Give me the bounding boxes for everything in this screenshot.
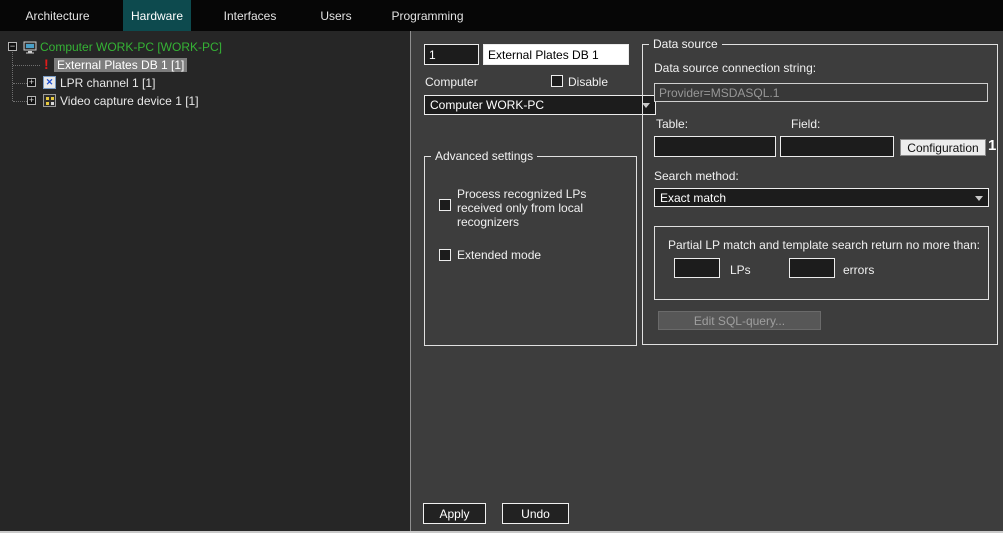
expand-icon[interactable]: + — [27, 78, 36, 87]
tree-item-label: Computer WORK-PC [WORK-PC] — [40, 40, 222, 54]
tree-item-label: LPR channel 1 [1] — [60, 76, 155, 90]
object-name-field[interactable] — [483, 44, 629, 65]
lps-limit-field[interactable] — [674, 258, 720, 278]
callout-1: 1 — [988, 137, 996, 154]
data-source-group: Data source Data source connection strin… — [642, 44, 998, 345]
computer-icon — [23, 41, 37, 57]
data-source-title: Data source — [649, 37, 722, 51]
search-method-value: Exact match — [660, 191, 726, 205]
computer-label: Computer — [425, 75, 478, 89]
tab-hardware[interactable]: Hardware — [123, 0, 191, 31]
edit-sql-query-button[interactable]: Edit SQL-query... — [658, 311, 821, 330]
app-window: Architecture Hardware Interfaces Users P… — [0, 0, 1003, 533]
table-label: Table: — [656, 117, 688, 131]
field-label: Field: — [791, 117, 820, 131]
extended-mode-label: Extended mode — [457, 248, 541, 262]
process-recognized-lps-checkbox[interactable] — [439, 199, 451, 211]
extended-mode-checkbox[interactable] — [439, 249, 451, 261]
tree-item-video-capture-device[interactable]: + Video capture device 1 [1] — [0, 93, 410, 110]
process-recognized-lps-label: Process recognized LPs received only fro… — [457, 187, 601, 229]
undo-button[interactable]: Undo — [502, 503, 569, 524]
tab-interfaces[interactable]: Interfaces — [210, 0, 290, 31]
partial-match-group: Partial LP match and template search ret… — [654, 226, 989, 300]
computer-dropdown[interactable]: Computer WORK-PC — [424, 95, 656, 115]
partial-match-label: Partial LP match and template search ret… — [668, 238, 980, 252]
top-tab-bar: Architecture Hardware Interfaces Users P… — [0, 0, 1003, 31]
computer-dropdown-value: Computer WORK-PC — [430, 98, 544, 112]
apply-button[interactable]: Apply — [423, 503, 486, 524]
tab-users[interactable]: Users — [312, 0, 360, 31]
search-method-dropdown[interactable]: Exact match — [654, 188, 989, 207]
table-field[interactable] — [654, 136, 776, 157]
tree-item-external-plates-db[interactable]: ! External Plates DB 1 [1] — [0, 57, 410, 74]
chevron-down-icon — [975, 196, 983, 201]
field-field[interactable] — [780, 136, 894, 157]
lps-label: LPs — [730, 263, 751, 277]
tree-item-computer[interactable]: − Computer WORK-PC [WORK-PC] — [0, 39, 410, 56]
collapse-icon[interactable]: − — [8, 42, 17, 51]
expand-icon[interactable]: + — [27, 96, 36, 105]
tree-item-label: External Plates DB 1 [1] — [54, 58, 187, 72]
connection-string-field[interactable] — [654, 83, 988, 102]
tree-item-label: Video capture device 1 [1] — [60, 94, 199, 108]
connection-string-label: Data source connection string: — [654, 61, 816, 75]
video-capture-icon — [43, 94, 56, 107]
tab-programming[interactable]: Programming — [385, 0, 470, 31]
tab-architecture[interactable]: Architecture — [15, 0, 100, 31]
errors-label: errors — [843, 263, 874, 277]
disable-checkbox[interactable] — [551, 75, 563, 87]
tree-item-lpr-channel[interactable]: + ✕ LPR channel 1 [1] — [0, 75, 410, 92]
exclamation-icon: ! — [44, 56, 49, 72]
configuration-button[interactable]: Configuration — [900, 139, 986, 156]
lpr-channel-icon: ✕ — [43, 76, 56, 89]
search-method-label: Search method: — [654, 169, 739, 183]
disable-label: Disable — [568, 75, 608, 89]
advanced-settings-title: Advanced settings — [431, 149, 537, 163]
hardware-tree-panel: − Computer WORK-PC [WORK-PC] ! External … — [0, 31, 411, 533]
advanced-settings-group: Advanced settings Process recognized LPs… — [424, 156, 637, 346]
errors-limit-field[interactable] — [789, 258, 835, 278]
object-id-field[interactable] — [424, 44, 479, 65]
